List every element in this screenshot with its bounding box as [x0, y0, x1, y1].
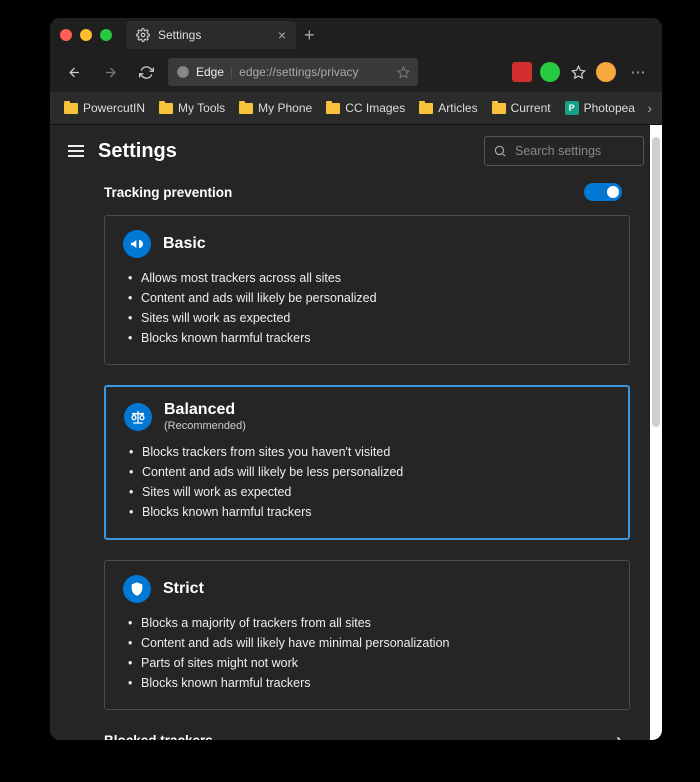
- extension-avatar[interactable]: [596, 62, 616, 82]
- url-path: edge://settings/privacy: [239, 65, 358, 79]
- row-label: Blocked trackers: [104, 733, 213, 740]
- section-title: Tracking prevention: [104, 185, 232, 200]
- scrollbar-thumb[interactable]: [652, 137, 660, 427]
- back-button[interactable]: [60, 58, 88, 86]
- blocked-trackers-row[interactable]: Blocked trackers ›: [80, 710, 662, 740]
- list-item: Content and ads will likely have minimal…: [123, 633, 611, 653]
- card-header: Strict: [123, 575, 611, 603]
- card-balanced[interactable]: Balanced (Recommended) Blocks trackers f…: [104, 385, 630, 540]
- refresh-button[interactable]: [132, 58, 160, 86]
- folder-icon: [326, 103, 340, 114]
- card-header: Balanced (Recommended): [124, 401, 610, 432]
- scale-icon: [124, 403, 152, 431]
- card-list: Blocks a majority of trackers from all s…: [123, 613, 611, 693]
- folder-icon: [492, 103, 506, 114]
- menu-icon[interactable]: [68, 145, 84, 157]
- favorite-icon[interactable]: [397, 66, 410, 79]
- toolbar: Edge | edge://settings/privacy ⋯: [50, 52, 662, 92]
- search-placeholder: Search settings: [515, 144, 601, 158]
- bookmarks-bar: PowercutIN My Tools My Phone CC Images A…: [50, 92, 662, 125]
- list-item: Content and ads will likely be personali…: [123, 288, 611, 308]
- bookmark-folder[interactable]: Articles: [415, 98, 481, 118]
- page-title: Settings: [98, 140, 177, 163]
- tracking-prevention-toggle[interactable]: [584, 183, 622, 201]
- list-item: Sites will work as expected: [123, 308, 611, 328]
- megaphone-icon: [123, 230, 151, 258]
- list-item: Blocks a majority of trackers from all s…: [123, 613, 611, 633]
- card-title: Balanced: [164, 401, 246, 419]
- maximize-window-button[interactable]: [100, 29, 112, 41]
- list-item: Blocks known harmful trackers: [123, 328, 611, 348]
- list-item: Parts of sites might not work: [123, 653, 611, 673]
- page-header: Settings Search settings: [50, 125, 662, 177]
- extension-red[interactable]: [512, 62, 532, 82]
- traffic-lights: [60, 29, 112, 41]
- extension-green[interactable]: [540, 62, 560, 82]
- bookmark-folder[interactable]: PowercutIN: [60, 98, 149, 118]
- extensions-row: ⋯: [512, 58, 652, 86]
- forward-button[interactable]: [96, 58, 124, 86]
- scrollbar-track[interactable]: [650, 125, 662, 740]
- titlebar: Settings × +: [50, 18, 662, 52]
- browser-window: Settings × + Edge | edge://settings/priv…: [50, 18, 662, 740]
- close-tab-icon[interactable]: ×: [278, 27, 286, 43]
- bookmark-folder[interactable]: My Phone: [235, 98, 316, 118]
- card-list: Allows most trackers across all sites Co…: [123, 268, 611, 348]
- new-tab-button[interactable]: +: [304, 25, 315, 46]
- chevron-right-icon: ›: [616, 730, 622, 740]
- tab-settings[interactable]: Settings ×: [126, 21, 296, 49]
- search-icon: [493, 144, 507, 158]
- list-item: Sites will work as expected: [124, 482, 610, 502]
- card-subtitle: (Recommended): [164, 420, 246, 432]
- folder-icon: [419, 103, 433, 114]
- minimize-window-button[interactable]: [80, 29, 92, 41]
- section-header: Tracking prevention: [80, 177, 662, 215]
- more-menu-button[interactable]: ⋯: [624, 58, 652, 86]
- list-item: Content and ads will likely be less pers…: [124, 462, 610, 482]
- favorite-star-icon[interactable]: [568, 62, 588, 82]
- address-bar[interactable]: Edge | edge://settings/privacy: [168, 58, 418, 86]
- page-content: Settings Search settings Tracking preven…: [50, 125, 662, 740]
- card-strict[interactable]: Strict Blocks a majority of trackers fro…: [104, 560, 630, 710]
- app-icon: P: [565, 101, 579, 115]
- content-area: Tracking prevention Basic Allows most tr…: [50, 177, 662, 740]
- list-item: Allows most trackers across all sites: [123, 268, 611, 288]
- folder-icon: [239, 103, 253, 114]
- card-list: Blocks trackers from sites you haven't v…: [124, 442, 610, 522]
- shield-icon: [123, 575, 151, 603]
- card-title: Strict: [163, 580, 204, 598]
- card-title: Basic: [163, 235, 206, 253]
- list-item: Blocks known harmful trackers: [124, 502, 610, 522]
- bookmark-folder[interactable]: Current: [488, 98, 555, 118]
- edge-logo-icon: [176, 65, 190, 79]
- list-item: Blocks known harmful trackers: [123, 673, 611, 693]
- cards-container: Basic Allows most trackers across all si…: [80, 215, 662, 710]
- card-basic[interactable]: Basic Allows most trackers across all si…: [104, 215, 630, 365]
- tab-title: Settings: [158, 28, 201, 42]
- card-header: Basic: [123, 230, 611, 258]
- url-brand: Edge: [196, 65, 224, 79]
- search-input[interactable]: Search settings: [484, 136, 644, 166]
- bookmark-folder[interactable]: My Tools: [155, 98, 229, 118]
- folder-icon: [64, 103, 78, 114]
- gear-icon: [136, 28, 150, 42]
- folder-icon: [159, 103, 173, 114]
- list-item: Blocks trackers from sites you haven't v…: [124, 442, 610, 462]
- bookmark-folder[interactable]: CC Images: [322, 98, 409, 118]
- bookmark-app[interactable]: PPhotopea: [561, 98, 639, 118]
- close-window-button[interactable]: [60, 29, 72, 41]
- bookmarks-overflow-button[interactable]: ›: [647, 100, 652, 116]
